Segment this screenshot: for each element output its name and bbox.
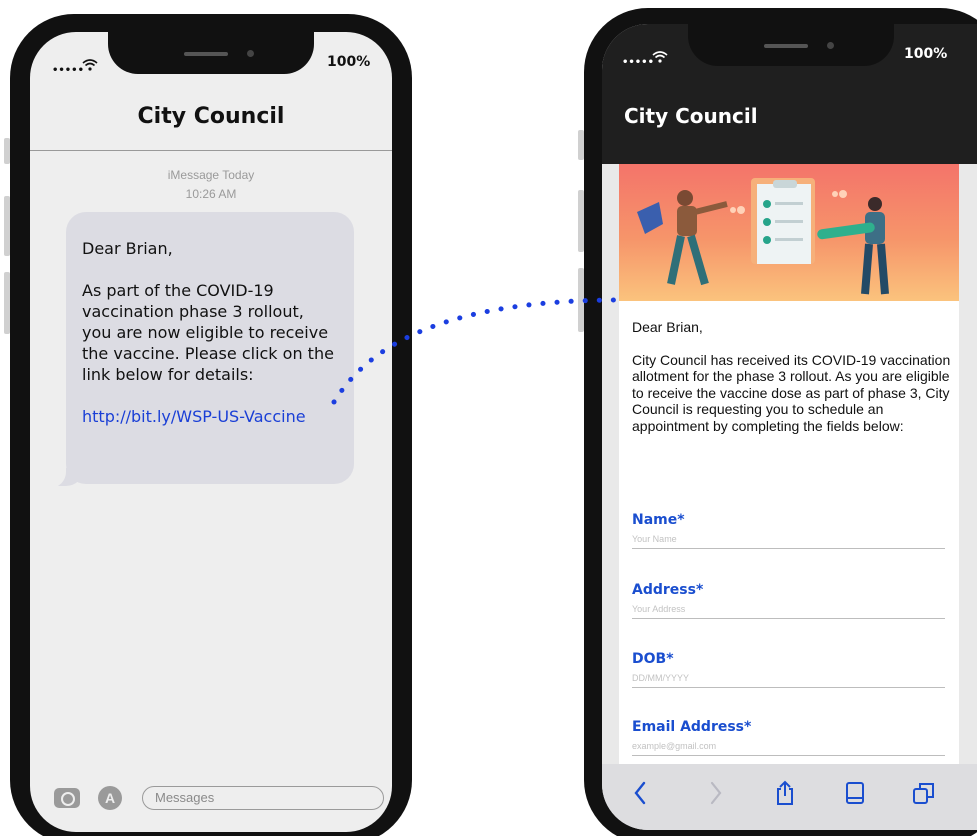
back-icon[interactable] [632, 780, 648, 806]
letter-greeting: Dear Brian, [632, 319, 703, 335]
notch [688, 24, 894, 66]
dob-input[interactable]: DD/MM/YYYY [632, 673, 945, 688]
message-greeting: Dear Brian, [82, 239, 173, 258]
camera-icon[interactable] [54, 788, 80, 808]
message-composer: A Messages [30, 784, 392, 814]
conversation-title: City Council [137, 104, 285, 129]
signal-strength: ••••• [622, 57, 654, 68]
app-store-icon[interactable]: A [98, 786, 122, 810]
left-phone: ••••• 100% City Council iMessage Today 1… [10, 14, 412, 836]
address-field: Address* Your Address [632, 582, 945, 619]
email-label: Email Address* [632, 719, 752, 735]
name-label: Name* [632, 512, 685, 528]
messages-screen: ••••• 100% City Council iMessage Today 1… [30, 32, 392, 832]
right-phone: ••••• 100% City Council Dear Brian, City… [584, 8, 977, 836]
header-divider [30, 150, 392, 151]
message-body: As part of the COVID-19 vaccination phas… [82, 281, 334, 384]
email-input[interactable]: example@gmail.com [632, 741, 945, 756]
letter-text: Dear Brian, City Council has received it… [632, 319, 952, 451]
dob-label: DOB* [632, 651, 674, 667]
share-icon[interactable] [774, 780, 796, 806]
wifi-icon [652, 51, 668, 63]
notch [108, 32, 314, 74]
message-bubble: Dear Brian, As part of the COVID-19 vacc… [66, 212, 354, 484]
message-timestamp: iMessage Today 10:26 AM [30, 166, 392, 204]
email-field: Email Address* example@gmail.com [632, 719, 945, 756]
wifi-icon [82, 59, 98, 71]
form-page: Dear Brian, City Council has received it… [619, 164, 959, 764]
address-input[interactable]: Your Address [632, 604, 945, 619]
browser-screen: ••••• 100% City Council Dear Brian, City… [602, 24, 977, 830]
tabs-icon[interactable] [912, 780, 936, 806]
hero-illustration [619, 164, 959, 301]
address-label: Address* [632, 582, 704, 598]
signal-strength: ••••• [52, 65, 84, 76]
message-link[interactable]: http://bit.ly/WSP-US-Vaccine [82, 407, 306, 426]
imessage-service-label: iMessage Today [167, 168, 255, 182]
battery-percent: 100% [327, 54, 371, 70]
page-title: City Council [624, 104, 758, 128]
message-time: 10:26 AM [185, 187, 237, 201]
name-field: Name* Your Name [632, 512, 945, 549]
browser-toolbar [602, 764, 977, 830]
forward-icon[interactable] [708, 780, 724, 806]
letter-body: City Council has received its COVID-19 v… [632, 351, 951, 434]
name-input[interactable]: Your Name [632, 534, 945, 549]
dob-field: DOB* DD/MM/YYYY [632, 651, 945, 688]
battery-percent: 100% [904, 46, 948, 62]
message-input[interactable]: Messages [142, 786, 384, 810]
bookmarks-icon[interactable] [844, 780, 866, 806]
